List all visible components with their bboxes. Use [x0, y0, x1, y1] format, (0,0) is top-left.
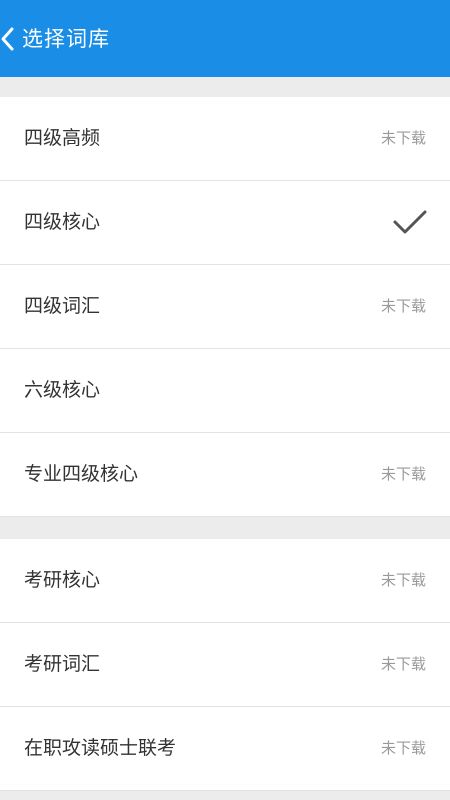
- vocab-item-cet4-frequent[interactable]: 四级高频 未下载: [0, 97, 450, 181]
- vocab-item-label: 四级核心: [24, 211, 101, 233]
- vocab-item-label: 四级高频: [24, 127, 101, 149]
- vocab-group-postgrad: 考研核心 未下载 考研词汇 未下载 在职攻读硕士联考 未下载: [0, 539, 450, 791]
- vocab-item-label: 六级核心: [24, 379, 101, 401]
- vocab-item-kaoyan-vocab[interactable]: 考研词汇 未下载: [0, 623, 450, 707]
- check-icon: [393, 210, 427, 234]
- download-status: 未下载: [380, 739, 426, 757]
- vocab-group-cet: 四级高频 未下载 四级核心 四级词汇 未下载 六级核心 专业四级核心 未下载: [0, 97, 450, 517]
- download-status: 未下载: [380, 655, 426, 673]
- chevron-left-icon[interactable]: [0, 26, 18, 52]
- vocab-item-kaoyan-core[interactable]: 考研核心 未下载: [0, 539, 450, 623]
- download-status: 未下载: [380, 297, 426, 315]
- vocab-item-label: 四级词汇: [24, 295, 101, 317]
- vocab-item-label: 考研核心: [24, 569, 101, 591]
- vocab-item-cet4-vocab[interactable]: 四级词汇 未下载: [0, 265, 450, 349]
- vocab-item-label: 专业四级核心: [24, 463, 139, 485]
- vocab-item-tem4-core[interactable]: 专业四级核心 未下载: [0, 433, 450, 517]
- vocab-item-in-service-master[interactable]: 在职攻读硕士联考 未下载: [0, 707, 450, 791]
- download-status: 未下载: [380, 465, 426, 483]
- vocab-item-cet6-core[interactable]: 六级核心: [0, 349, 450, 433]
- download-status: 未下载: [380, 129, 426, 147]
- vocab-item-label: 在职攻读硕士联考: [24, 737, 177, 759]
- vocab-item-cet4-core[interactable]: 四级核心: [0, 181, 450, 265]
- app-header: 选择词库: [0, 0, 450, 77]
- download-status: 未下载: [380, 571, 426, 589]
- vocab-item-label: 考研词汇: [24, 653, 101, 675]
- page-title: 选择词库: [22, 27, 110, 51]
